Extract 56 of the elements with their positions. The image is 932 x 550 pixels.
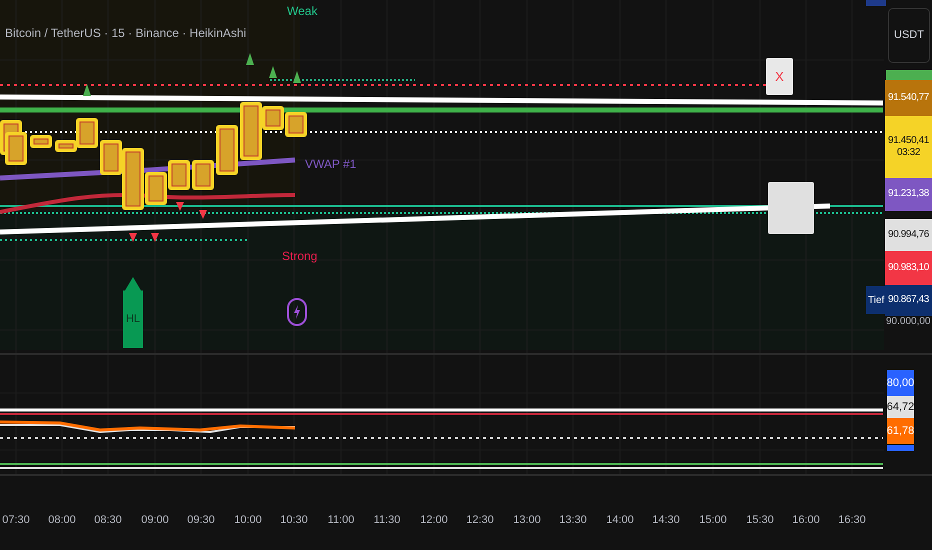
price-tag: Tief (866, 286, 886, 314)
chart-label: Weak (287, 3, 318, 20)
candle (216, 125, 238, 175)
candle (192, 160, 214, 190)
down-triangle-icon (129, 233, 137, 242)
time-label: 14:30 (652, 513, 680, 528)
price-value: 91.450,41 (888, 134, 929, 147)
chart-title: Bitcoin / TetherUS · 15 · Binance · HeikinAshi (5, 25, 246, 42)
time-label: 16:00 (792, 513, 820, 528)
marker-tag: X (766, 58, 793, 95)
time-label: 10:30 (280, 513, 308, 528)
oscillator-value: 80,00 (887, 370, 914, 396)
time-label: 08:30 (94, 513, 122, 528)
time-label: 09:00 (141, 513, 169, 528)
lightning-icon (287, 298, 307, 326)
time-label: 13:00 (513, 513, 541, 528)
time-label: 14:00 (606, 513, 634, 528)
time-label: 07:30 (2, 513, 30, 528)
up-triangle-icon (246, 53, 254, 65)
time-label: 16:30 (838, 513, 866, 528)
price-value: 90.867,43 (888, 294, 929, 307)
price-value: 91.540,77 (888, 92, 929, 104)
time-label: 12:00 (420, 513, 448, 528)
candle (5, 132, 27, 165)
price-value: 90.983,10 (888, 262, 929, 274)
candle (285, 112, 307, 137)
candle (168, 160, 190, 190)
oscillator-marker (887, 445, 914, 451)
down-triangle-icon (151, 233, 159, 242)
time-label: 13:30 (559, 513, 587, 528)
countdown-time: 03:32 (896, 147, 920, 160)
time-label: 11:00 (328, 513, 354, 528)
chart-label: VWAP #1 (305, 156, 356, 173)
candle (30, 135, 52, 148)
price-marker (886, 70, 932, 80)
time-label: 08:00 (48, 513, 76, 528)
time-label: 11:30 (374, 513, 400, 528)
chart-label: Strong (282, 248, 318, 265)
up-triangle-icon (293, 71, 301, 83)
up-triangle-icon (269, 66, 277, 78)
up-triangle-icon (83, 84, 91, 96)
oscillator-value: 64,72 (887, 396, 914, 418)
time-label: 09:30 (187, 513, 215, 528)
down-triangle-icon (176, 202, 184, 211)
time-label: 15:30 (746, 513, 774, 528)
price-tick: 90.000,00 (886, 317, 930, 327)
down-triangle-icon (199, 210, 207, 219)
price-tag-background (768, 182, 814, 234)
time-label: 15:00 (699, 513, 727, 528)
oscillator-value: 61,78 (887, 418, 914, 444)
time-label: 10:00 (234, 513, 262, 528)
price-value: 91.231,38 (888, 188, 929, 201)
time-label: 12:30 (466, 513, 494, 528)
currency-button[interactable]: USDT (888, 8, 930, 63)
price-value: 90.994,76 (888, 228, 929, 242)
scale-marker (866, 0, 886, 6)
